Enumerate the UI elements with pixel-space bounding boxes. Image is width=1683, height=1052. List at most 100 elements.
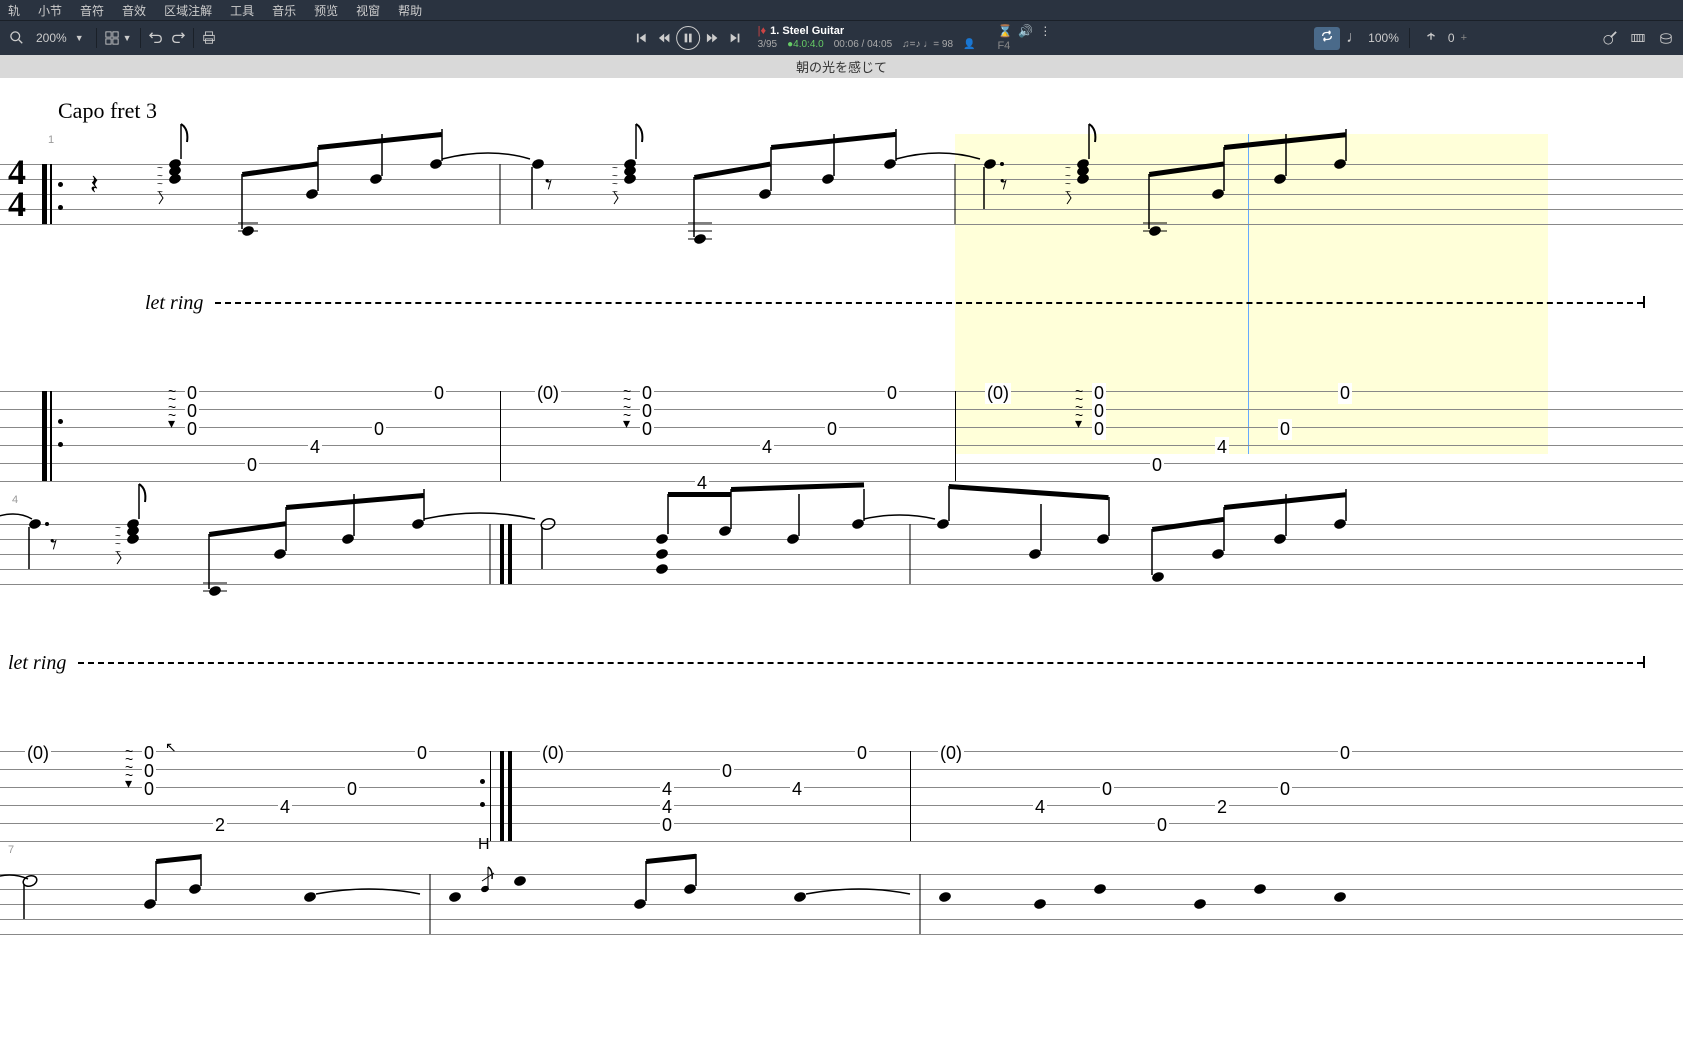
zoom-level[interactable]: 200% [36,31,67,45]
tab-fret-number[interactable]: 2 [1215,797,1229,818]
undo-icon [149,31,163,45]
tempo-display: ♫=♪ ♩= 98 [902,38,953,51]
countdown-icon[interactable]: ⌛ [997,24,1012,38]
transpose-up-icon[interactable]: + [1461,32,1467,44]
tab-fret-number[interactable]: (0) [540,743,566,764]
menu-effect[interactable]: 音效 [122,2,146,19]
menu-window[interactable]: 视窗 [356,2,380,19]
tab-fret-number[interactable]: 0 [1150,455,1164,476]
song-title: 朝の光を感じて [796,60,887,75]
print-icon [202,31,216,45]
metronome-icon[interactable]: 🔊 [1018,24,1033,38]
tab-fret-number[interactable]: (0) [25,743,51,764]
tab-fret-number[interactable]: 0 [1338,743,1352,764]
tab-fret-number[interactable]: 0 [720,761,734,782]
tab-fret-number[interactable]: 4 [308,437,322,458]
notation-staff-1[interactable]: 4 4 𝄽 ~~~~ [0,149,1683,221]
menu-preview[interactable]: 预览 [314,2,338,19]
tab-fret-number[interactable]: 0 [1278,779,1292,800]
tab-fret-number[interactable]: 0 [1338,383,1352,404]
beat-position: ●4.0:4.0 [787,38,824,51]
zoom-dropdown-icon[interactable]: ▼ [75,33,84,43]
tab-fret-number[interactable]: 0 [660,815,674,836]
tab-fret-number[interactable]: 4 [1033,797,1047,818]
rewind-button[interactable] [654,28,674,48]
human-icon: 👤 [963,38,975,51]
tab-fret-number[interactable]: 0 [185,419,199,440]
guitar-icon [1603,31,1617,45]
tab-fret-number[interactable]: 4 [790,779,804,800]
tab-fret-number[interactable]: 0 [142,779,156,800]
forward-button[interactable] [702,28,722,48]
tab-fret-number[interactable]: 0 [885,383,899,404]
tab-fret-number[interactable]: 2 [213,815,227,836]
tab-fret-number[interactable]: 0 [1100,779,1114,800]
skip-first-icon [635,31,649,45]
tab-fret-number[interactable]: 0 [432,383,446,404]
arpeggio-mark: ~~~~▾ [168,387,176,427]
redo-icon [171,31,185,45]
toolbar: 200% ▼ ▼ |♦ 1. S [0,20,1683,55]
keyboard-view-button[interactable] [1627,27,1649,49]
tab-fret-number[interactable]: (0) [985,383,1011,404]
system-3: 7 H [0,844,1683,924]
menu-bar[interactable]: 小节 [38,2,62,19]
menu-note[interactable]: 音符 [80,2,104,19]
notation-staff-3[interactable] [0,859,1683,931]
notation-content-3 [0,839,1400,939]
guitar-view-button[interactable] [1599,27,1621,49]
menu-help[interactable]: 帮助 [398,2,422,19]
tab-fret-number[interactable]: 4 [278,797,292,818]
layout-dropdown-icon[interactable]: ▼ [123,33,132,43]
tab-fret-number[interactable]: 0 [825,419,839,440]
play-pause-button[interactable] [676,26,700,50]
more-icon[interactable]: ⋮ [1039,24,1051,38]
playback-speed[interactable]: 100% [1368,31,1399,45]
arpeggio-mark: ~~~~▾ [1075,387,1083,427]
print-button[interactable] [198,27,220,49]
undo-button[interactable] [145,27,167,49]
svg-text:𝄽: 𝄽 [90,170,99,201]
zoom-button[interactable] [6,27,28,49]
tuner-button[interactable] [1420,27,1442,49]
let-ring-text-1: let ring [145,292,203,315]
drum-view-button[interactable] [1655,27,1677,49]
let-ring-dashes-2 [78,662,1643,664]
tab-fret-number[interactable]: 0 [245,455,259,476]
last-bar-button[interactable] [724,28,744,48]
tab-fret-number[interactable]: 4 [760,437,774,458]
first-bar-button[interactable] [632,28,652,48]
notation-staff-2[interactable]: 𝄾 ~~~~ [0,509,1683,581]
tuning-offset[interactable]: 0 [1448,31,1455,45]
tab-fret-number[interactable]: 0 [415,743,429,764]
menu-tools[interactable]: 工具 [230,2,254,19]
tab-staff-2[interactable]: ~~~~▾ ↖ (0)0002400(0)440040(0)400200 [0,751,1683,851]
note-speed-icon: ♩ [1346,29,1362,47]
tab-fret-number[interactable]: (0) [938,743,964,764]
menu-section[interactable]: 区域注解 [164,2,212,19]
tab-fret-number[interactable]: 0 [640,419,654,440]
tab-fret-number[interactable]: 0 [1278,419,1292,440]
notation-content-2: 𝄾 ~~~~ [0,489,1400,629]
rewind-icon [657,31,671,45]
skip-last-icon [727,31,741,45]
capo-text: Capo fret 3 [58,98,1683,124]
tab-fret-number[interactable]: 0 [855,743,869,764]
song-title-strip: 朝の光を感じて [0,55,1683,78]
loop-button[interactable] [1314,27,1340,50]
layout-button[interactable] [101,27,123,49]
tab-fret-number[interactable]: 0 [1155,815,1169,836]
tab-fret-number[interactable]: 0 [1092,419,1106,440]
redo-button[interactable] [167,27,189,49]
tab-fret-number[interactable]: 0 [372,419,386,440]
tab-staff-1[interactable]: ~~~~▾ ~~~~▾ ~~~~▾ 0000400(0)0004400(0)00… [0,391,1683,491]
track-name[interactable]: 1. Steel Guitar [770,25,844,38]
tab-fret-number[interactable]: 0 [345,779,359,800]
menu-track[interactable]: 轨 [8,2,20,19]
tab-fret-number[interactable]: (0) [535,383,561,404]
tuner-icon [1424,31,1438,45]
score-area[interactable]: Capo fret 3 1 4 4 𝄽 [0,78,1683,924]
tab-fret-number[interactable]: 4 [1215,437,1229,458]
menu-music[interactable]: 音乐 [272,2,296,19]
mouse-cursor: ↖ [165,739,177,756]
